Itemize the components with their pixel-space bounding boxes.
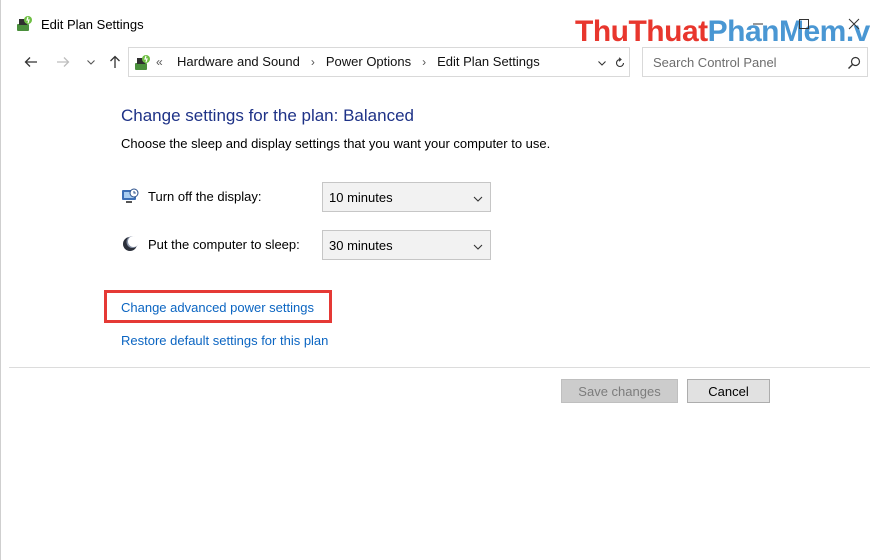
forward-button[interactable] xyxy=(53,52,73,72)
cancel-button[interactable]: Cancel xyxy=(687,379,770,403)
minimize-icon xyxy=(753,23,763,25)
control-panel-icon xyxy=(133,54,151,72)
watermark: ThuThuatPhanMem.vn xyxy=(575,14,870,50)
divider xyxy=(9,367,870,368)
arrow-left-icon xyxy=(24,57,37,67)
display-timeout-select[interactable]: 10 minutes xyxy=(322,182,491,212)
chevron-down-icon xyxy=(598,61,606,66)
chevron-right-icon[interactable]: › xyxy=(311,55,315,69)
moon-sleep-icon xyxy=(121,235,139,253)
breadcrumb-hardware-and-sound[interactable]: Hardware and Sound xyxy=(175,54,302,69)
refresh-icon xyxy=(615,57,625,68)
back-button[interactable] xyxy=(21,52,41,72)
sleep-timeout-select[interactable]: 30 minutes xyxy=(322,230,491,260)
monitor-clock-icon xyxy=(121,187,139,205)
address-bar[interactable]: « Hardware and Sound › Power Options › E… xyxy=(128,47,630,77)
chevron-down-icon xyxy=(472,240,484,252)
restore-default-settings-link[interactable]: Restore default settings for this plan xyxy=(121,333,328,348)
search-input[interactable]: Search Control Panel xyxy=(642,47,868,77)
page-title: Change settings for the plan: Balanced xyxy=(121,106,414,125)
watermark-part1: ThuThuat xyxy=(575,15,708,48)
display-timeout-label: Turn off the display: xyxy=(148,189,262,204)
page-subtitle: Choose the sleep and display settings th… xyxy=(121,136,551,151)
power-options-icon xyxy=(15,15,33,33)
title-bar: Edit Plan Settings ThuThuatPhanMem.vn xyxy=(1,0,870,48)
save-changes-button[interactable]: Save changes xyxy=(561,379,678,403)
search-placeholder: Search Control Panel xyxy=(653,55,777,70)
window-title: Edit Plan Settings xyxy=(41,17,144,32)
sleep-timeout-label: Put the computer to sleep: xyxy=(148,237,300,252)
search-icon[interactable] xyxy=(846,55,862,71)
up-button[interactable] xyxy=(105,52,125,72)
breadcrumb-edit-plan-settings[interactable]: Edit Plan Settings xyxy=(435,54,542,69)
maximize-button[interactable] xyxy=(789,12,819,36)
maximize-icon xyxy=(799,19,809,29)
chevron-down-icon xyxy=(87,60,95,65)
chevron-right-icon[interactable]: › xyxy=(422,55,426,69)
breadcrumb-power-options[interactable]: Power Options xyxy=(324,54,413,69)
breadcrumb-overflow[interactable]: « xyxy=(156,55,163,69)
arrow-up-icon xyxy=(110,55,120,68)
display-timeout-value: 10 minutes xyxy=(329,190,393,205)
minimize-button[interactable] xyxy=(743,12,773,36)
arrow-right-icon xyxy=(57,57,70,67)
address-dropdown-button[interactable] xyxy=(595,55,609,71)
refresh-button[interactable] xyxy=(613,55,627,71)
chevron-down-icon xyxy=(472,192,484,204)
close-button[interactable] xyxy=(839,12,869,36)
recent-locations-button[interactable] xyxy=(81,52,101,72)
sleep-timeout-value: 30 minutes xyxy=(329,238,393,253)
change-advanced-power-settings-link[interactable]: Change advanced power settings xyxy=(121,300,314,315)
close-icon xyxy=(848,18,860,30)
navigation-bar: « Hardware and Sound › Power Options › E… xyxy=(1,46,870,78)
edit-plan-settings-window: Edit Plan Settings ThuThuatPhanMem.vn « … xyxy=(0,0,870,560)
breadcrumb: Hardware and Sound › Power Options › Edi… xyxy=(175,54,542,69)
